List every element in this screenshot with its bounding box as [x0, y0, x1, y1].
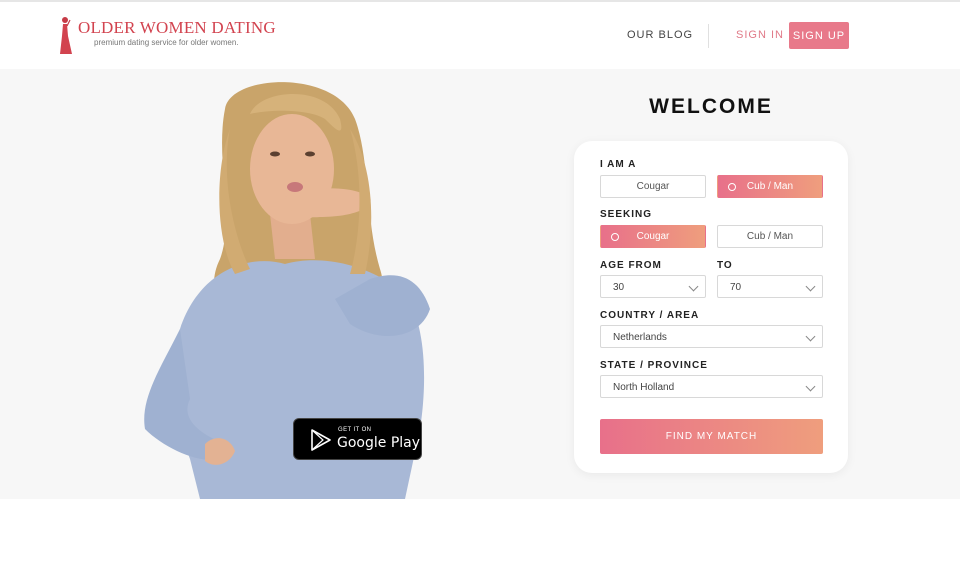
nav-our-blog-link[interactable]: OUR BLOG [627, 29, 693, 41]
age-to-select[interactable]: 70 [717, 275, 823, 298]
sign-up-button[interactable]: SIGN UP [789, 22, 849, 49]
logo-tagline: premium dating service for older women. [94, 38, 239, 47]
badge-big-text: Google Play [337, 435, 421, 451]
option-label: Cougar [636, 181, 670, 192]
google-play-badge[interactable]: GET IT ON Google Play [293, 418, 422, 460]
woman-silhouette-icon [60, 17, 72, 54]
i-am-label: I AM A [600, 159, 637, 170]
select-value: Netherlands [613, 332, 667, 343]
welcome-heading: WELCOME [649, 95, 773, 118]
seeking-option-cub-man[interactable]: Cub / Man [717, 225, 823, 248]
option-label: Cub / Man [746, 231, 794, 242]
chevron-down-icon [688, 281, 699, 292]
i-am-option-cub-man[interactable]: Cub / Man [717, 175, 823, 198]
chevron-down-icon [805, 331, 816, 342]
hero-section: GET IT ON Google Play WELCOME I AM A Cou… [0, 69, 960, 499]
find-my-match-button[interactable]: FIND MY MATCH [600, 419, 823, 454]
select-value: 70 [730, 282, 742, 293]
radio-selected-icon [611, 233, 619, 241]
radio-selected-icon [728, 183, 736, 191]
i-am-option-cougar[interactable]: Cougar [600, 175, 706, 198]
country-label: COUNTRY / AREA [600, 310, 700, 321]
option-label: Cub / Man [746, 181, 794, 192]
option-label: Cougar [636, 231, 670, 242]
age-from-label: AGE FROM [600, 260, 662, 271]
badge-small-text: GET IT ON [338, 427, 372, 433]
age-to-label: TO [717, 260, 733, 271]
chevron-down-icon [805, 281, 816, 292]
signup-form-card: I AM A Cougar Cub / Man SEEKING Cougar C… [574, 141, 848, 473]
chevron-down-icon [805, 381, 816, 392]
logo-title: OLDER WOMEN DATING [78, 18, 276, 37]
play-store-icon [311, 429, 331, 451]
country-select[interactable]: Netherlands [600, 325, 823, 348]
select-value: North Holland [613, 382, 675, 393]
nav-sign-in-link[interactable]: SIGN IN [736, 29, 784, 41]
seeking-label: SEEKING [600, 209, 653, 220]
select-value: 30 [613, 282, 625, 293]
site-logo[interactable]: OLDER WOMEN DATING premium dating servic… [58, 16, 276, 56]
seeking-option-cougar[interactable]: Cougar [600, 225, 706, 248]
site-header: OLDER WOMEN DATING premium dating servic… [0, 2, 960, 69]
state-select[interactable]: North Holland [600, 375, 823, 398]
state-label: STATE / PROVINCE [600, 360, 708, 371]
nav-divider [708, 24, 709, 48]
age-from-select[interactable]: 30 [600, 275, 706, 298]
